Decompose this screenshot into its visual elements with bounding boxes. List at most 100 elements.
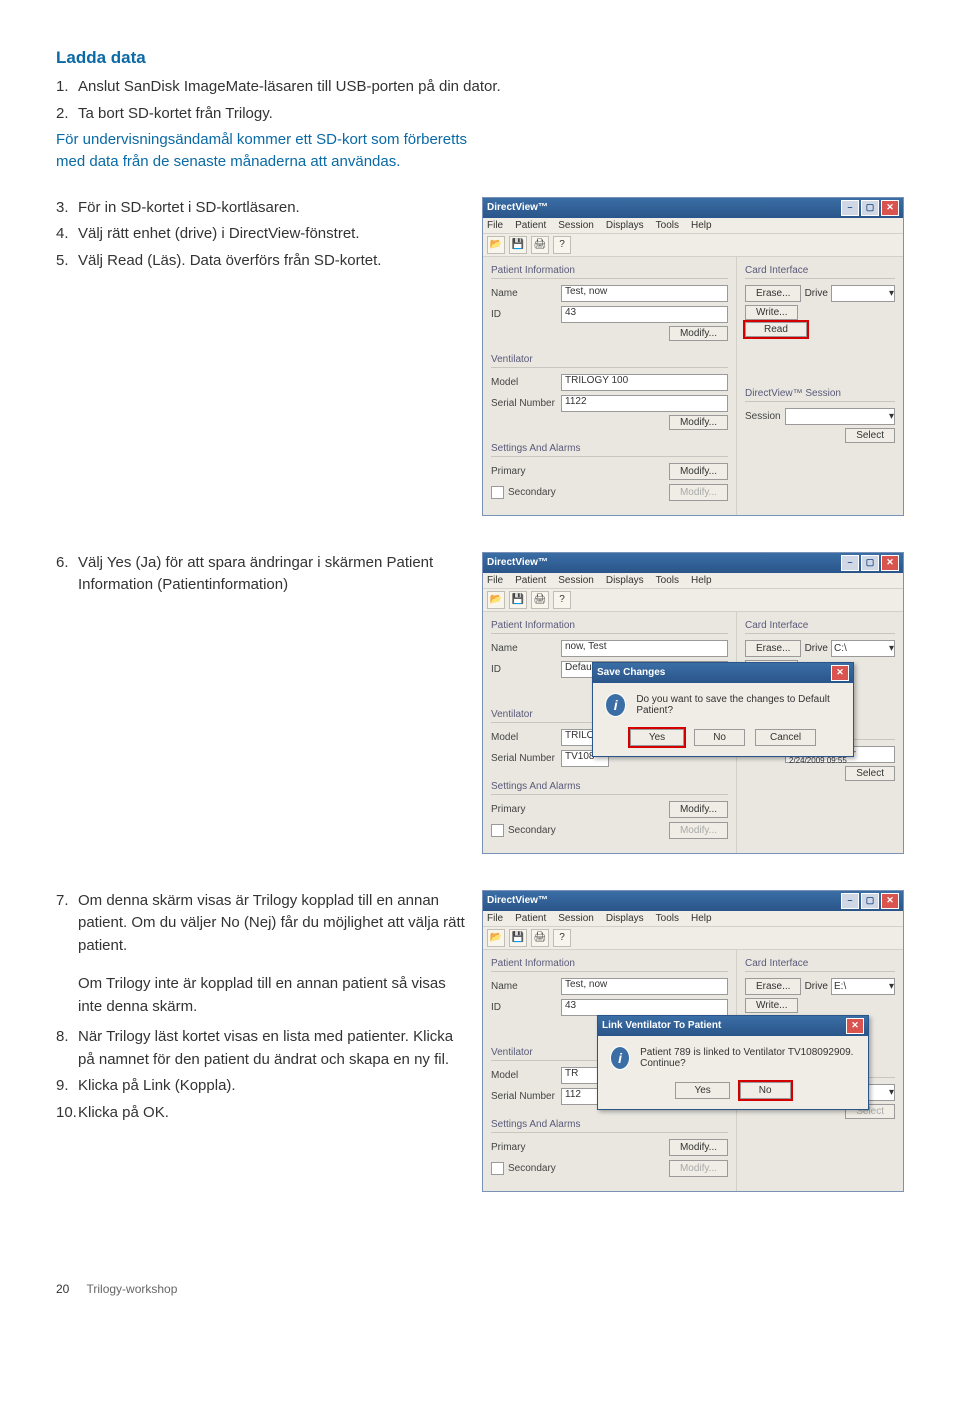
menu-session[interactable]: Session <box>558 220 594 231</box>
erase-button[interactable]: Erase... <box>745 640 801 657</box>
menubar: File Patient Session Displays Tools Help <box>483 911 903 927</box>
steps-block-1: 1.Anslut SanDisk ImageMate-läsaren till … <box>56 76 904 125</box>
modify-button[interactable]: Modify... <box>669 801 728 818</box>
modify-button[interactable]: Modify... <box>669 463 728 480</box>
menu-help[interactable]: Help <box>691 220 712 231</box>
select-button[interactable]: Select <box>845 766 895 781</box>
section-title: Ladda data <box>56 48 904 68</box>
footer-text: Trilogy-workshop <box>86 1282 177 1296</box>
menu-displays[interactable]: Displays <box>606 575 644 586</box>
model-field[interactable]: TRILOGY 100 <box>561 374 728 391</box>
toolbar: 📂 💾 🖨 ? <box>483 234 903 257</box>
close-icon[interactable]: ✕ <box>846 1018 864 1034</box>
maximize-icon[interactable]: ▢ <box>861 200 879 216</box>
steps-block-4: 7.Om denna skärm visas är Trilogy koppla… <box>56 890 466 958</box>
menu-file[interactable]: File <box>487 575 503 586</box>
open-icon[interactable]: 📂 <box>487 591 505 609</box>
id-field[interactable]: 43 <box>561 999 728 1016</box>
modify-button[interactable]: Modify... <box>669 1139 728 1156</box>
close-icon[interactable]: ✕ <box>881 200 899 216</box>
modify-button[interactable]: Modify... <box>669 415 728 430</box>
write-button[interactable]: Write... <box>745 305 798 320</box>
menu-help[interactable]: Help <box>691 575 712 586</box>
session-select[interactable]: ▾ <box>785 408 895 425</box>
secondary-checkbox[interactable] <box>491 1162 504 1175</box>
menu-tools[interactable]: Tools <box>656 913 679 924</box>
minimize-icon[interactable]: – <box>841 200 859 216</box>
no-button[interactable]: No <box>740 1082 791 1099</box>
label-name: Name <box>491 981 561 992</box>
step-text: För in SD-kortet i SD-kortläsaren. <box>78 197 466 220</box>
menu-file[interactable]: File <box>487 220 503 231</box>
yes-button[interactable]: Yes <box>630 729 684 746</box>
print-icon[interactable]: 🖨 <box>531 929 549 947</box>
minimize-icon[interactable]: – <box>841 555 859 571</box>
label-id: ID <box>491 664 561 675</box>
id-field[interactable]: 43 <box>561 306 728 323</box>
secondary-checkbox[interactable] <box>491 824 504 837</box>
step-number: 1. <box>56 76 78 99</box>
menu-patient[interactable]: Patient <box>515 220 546 231</box>
group-ventilator: Ventilator <box>491 354 728 368</box>
cancel-button[interactable]: Cancel <box>755 729 816 746</box>
menu-patient[interactable]: Patient <box>515 575 546 586</box>
serial-field[interactable]: 1122 <box>561 395 728 412</box>
save-icon[interactable]: 💾 <box>509 236 527 254</box>
menu-tools[interactable]: Tools <box>656 575 679 586</box>
step-text: Välj Yes (Ja) för att spara ändringar i … <box>78 552 466 597</box>
save-icon[interactable]: 💾 <box>509 929 527 947</box>
steps-block-5: 8.När Trilogy läst kortet visas en lista… <box>56 1026 466 1124</box>
name-field[interactable]: Test, now <box>561 978 728 995</box>
app-title: DirectView™ <box>487 895 548 906</box>
step-text: Klicka på OK. <box>78 1102 466 1125</box>
no-button[interactable]: No <box>694 729 745 746</box>
open-icon[interactable]: 📂 <box>487 929 505 947</box>
toolbar: 📂 💾 🖨 ? <box>483 927 903 950</box>
close-icon[interactable]: ✕ <box>881 555 899 571</box>
app-title: DirectView™ <box>487 557 548 568</box>
save-icon[interactable]: 💾 <box>509 591 527 609</box>
open-icon[interactable]: 📂 <box>487 236 505 254</box>
name-field[interactable]: Test, now <box>561 285 728 302</box>
maximize-icon[interactable]: ▢ <box>861 555 879 571</box>
yes-button[interactable]: Yes <box>675 1082 729 1099</box>
menu-help[interactable]: Help <box>691 913 712 924</box>
secondary-checkbox[interactable] <box>491 486 504 499</box>
print-icon[interactable]: 🖨 <box>531 591 549 609</box>
name-field[interactable]: now, Test <box>561 640 728 657</box>
help-icon[interactable]: ? <box>553 591 571 609</box>
menu-displays[interactable]: Displays <box>606 913 644 924</box>
page-footer: 20 Trilogy-workshop <box>56 1282 904 1296</box>
menu-patient[interactable]: Patient <box>515 913 546 924</box>
erase-button[interactable]: Erase... <box>745 285 801 302</box>
drive-select[interactable]: C:\▾ <box>831 640 895 657</box>
close-icon[interactable]: ✕ <box>831 665 849 681</box>
chevron-down-icon: ▾ <box>889 643 894 654</box>
menu-displays[interactable]: Displays <box>606 220 644 231</box>
label-secondary: Secondary <box>508 1163 578 1174</box>
read-button[interactable]: Read <box>745 322 807 337</box>
minimize-icon[interactable]: – <box>841 893 859 909</box>
menu-session[interactable]: Session <box>558 575 594 586</box>
label-session: Session <box>745 411 785 422</box>
group-patient-info: Patient Information <box>491 958 728 972</box>
modify-button[interactable]: Modify... <box>669 326 728 341</box>
print-icon[interactable]: 🖨 <box>531 236 549 254</box>
drive-select[interactable]: ▾ <box>831 285 895 302</box>
menu-session[interactable]: Session <box>558 913 594 924</box>
steps-block-2: 3.För in SD-kortet i SD-kortläsaren. 4.V… <box>56 197 466 273</box>
group-settings: Settings And Alarms <box>491 1119 728 1133</box>
drive-select[interactable]: E:\▾ <box>831 978 895 995</box>
maximize-icon[interactable]: ▢ <box>861 893 879 909</box>
menu-tools[interactable]: Tools <box>656 220 679 231</box>
erase-button[interactable]: Erase... <box>745 978 801 995</box>
close-icon[interactable]: ✕ <box>881 893 899 909</box>
help-icon[interactable]: ? <box>553 929 571 947</box>
label-model: Model <box>491 377 561 388</box>
write-button[interactable]: Write... <box>745 998 798 1013</box>
help-icon[interactable]: ? <box>553 236 571 254</box>
label-id: ID <box>491 309 561 320</box>
titlebar: DirectView™ – ▢ ✕ <box>483 198 903 218</box>
menu-file[interactable]: File <box>487 913 503 924</box>
select-button[interactable]: Select <box>845 428 895 443</box>
